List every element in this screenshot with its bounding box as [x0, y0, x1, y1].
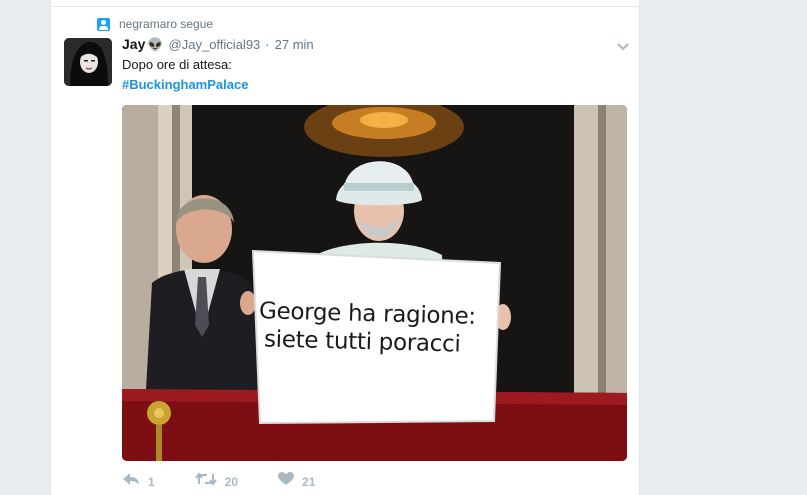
alien-emoji-icon: 👽: [147, 36, 164, 52]
tweet-text: Dopo ore di attesa:: [122, 57, 232, 72]
person-icon: [97, 17, 110, 31]
photo-image: [122, 105, 627, 461]
context-text: negramaro segue: [119, 17, 214, 31]
user-fullname[interactable]: Jay: [122, 36, 145, 52]
retweet-count: 20: [224, 474, 239, 489]
heart-icon: [278, 472, 295, 491]
reply-icon: [122, 472, 140, 491]
retweet-icon: [194, 472, 217, 491]
like-count: 21: [302, 474, 316, 489]
tweet-timestamp[interactable]: 27 min: [275, 37, 314, 52]
tweet-photo[interactable]: George ha ragione: siete tutti poracci: [122, 105, 627, 461]
retweet-button[interactable]: 20: [194, 472, 239, 491]
separator-dot: ·: [265, 36, 270, 52]
tweet-header: Jay 👽 @Jay_official93 · 27 min: [122, 36, 314, 52]
hashtag-link[interactable]: #BuckinghamPalace: [122, 77, 248, 92]
tweet-context[interactable]: negramaro segue: [97, 16, 213, 32]
reply-count: 1: [148, 474, 155, 489]
avatar[interactable]: [64, 38, 112, 86]
timeline-column: negramaro segue Jay 👽 @Jay_official93 · …: [50, 0, 640, 495]
user-handle[interactable]: @Jay_official93: [169, 37, 261, 52]
like-button[interactable]: 21: [278, 472, 315, 491]
chevron-down-icon[interactable]: [617, 39, 629, 51]
reply-button[interactable]: 1: [122, 472, 155, 491]
tweet-actions: 1 20 21: [122, 472, 315, 491]
sign-text-line2: siete tutti poracci: [263, 326, 461, 358]
divider: [51, 6, 639, 7]
